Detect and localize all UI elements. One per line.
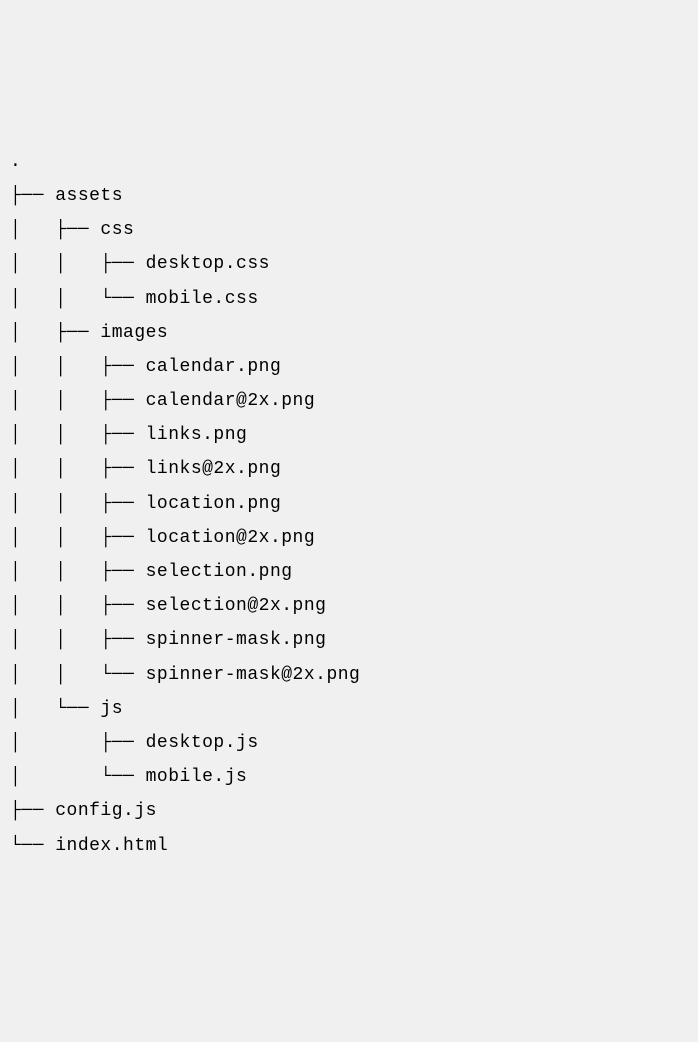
tree-output: .├── assets│ ├── css│ │ ├── desktop.css│… xyxy=(10,145,688,863)
tree-node-name: links.png xyxy=(146,425,248,445)
tree-line: │ ├── images xyxy=(10,316,688,350)
tree-node-name: assets xyxy=(55,186,123,206)
tree-prefix: │ │ ├── xyxy=(10,630,146,650)
tree-node-name: calendar@2x.png xyxy=(146,391,316,411)
tree-node-name: selection.png xyxy=(146,562,293,582)
tree-line: │ │ ├── links@2x.png xyxy=(10,452,688,486)
tree-node-name: desktop.css xyxy=(146,254,270,274)
tree-node-name: selection@2x.png xyxy=(146,596,327,616)
tree-prefix: ├── xyxy=(10,801,55,821)
tree-node-name: spinner-mask@2x.png xyxy=(146,665,361,685)
tree-line: │ │ ├── calendar.png xyxy=(10,350,688,384)
tree-node-name: mobile.css xyxy=(146,289,259,309)
tree-node-name: index.html xyxy=(55,836,168,856)
tree-node-name: location.png xyxy=(146,494,282,514)
tree-prefix: └── xyxy=(10,836,55,856)
tree-prefix: │ ├── xyxy=(10,733,146,753)
tree-prefix: │ │ ├── xyxy=(10,494,146,514)
tree-node-name: location@2x.png xyxy=(146,528,316,548)
tree-node-name: spinner-mask.png xyxy=(146,630,327,650)
tree-line: └── index.html xyxy=(10,829,688,863)
tree-prefix: │ │ ├── xyxy=(10,425,146,445)
tree-node-name: links@2x.png xyxy=(146,459,282,479)
tree-prefix: │ │ ├── xyxy=(10,357,146,377)
tree-node-name: calendar.png xyxy=(146,357,282,377)
tree-line: │ ├── css xyxy=(10,213,688,247)
tree-line: │ │ └── mobile.css xyxy=(10,282,688,316)
tree-line: │ └── js xyxy=(10,692,688,726)
tree-line: │ └── mobile.js xyxy=(10,760,688,794)
tree-prefix: │ ├── xyxy=(10,323,100,343)
tree-line: │ │ ├── calendar@2x.png xyxy=(10,384,688,418)
tree-prefix: │ └── xyxy=(10,699,100,719)
tree-line: │ │ └── spinner-mask@2x.png xyxy=(10,658,688,692)
tree-line: │ │ ├── selection@2x.png xyxy=(10,589,688,623)
tree-prefix: . xyxy=(10,152,21,172)
tree-line: │ │ ├── location.png xyxy=(10,487,688,521)
tree-line: ├── config.js xyxy=(10,794,688,828)
tree-line: ├── assets xyxy=(10,179,688,213)
tree-prefix: │ │ ├── xyxy=(10,562,146,582)
tree-prefix: │ │ ├── xyxy=(10,528,146,548)
tree-node-name: mobile.js xyxy=(146,767,248,787)
tree-node-name: css xyxy=(100,220,134,240)
tree-node-name: js xyxy=(100,699,123,719)
tree-line: │ │ ├── spinner-mask.png xyxy=(10,623,688,657)
tree-line: │ ├── desktop.js xyxy=(10,726,688,760)
tree-line: │ │ ├── desktop.css xyxy=(10,247,688,281)
tree-line: │ │ ├── location@2x.png xyxy=(10,521,688,555)
tree-line: │ │ ├── links.png xyxy=(10,418,688,452)
tree-line: │ │ ├── selection.png xyxy=(10,555,688,589)
tree-node-name: images xyxy=(100,323,168,343)
tree-node-name: config.js xyxy=(55,801,157,821)
tree-prefix: │ ├── xyxy=(10,220,100,240)
tree-prefix: │ │ ├── xyxy=(10,254,146,274)
tree-line: . xyxy=(10,145,688,179)
tree-node-name: desktop.js xyxy=(146,733,259,753)
tree-prefix: │ │ ├── xyxy=(10,596,146,616)
tree-prefix: │ │ └── xyxy=(10,665,146,685)
tree-prefix: │ │ ├── xyxy=(10,459,146,479)
tree-prefix: ├── xyxy=(10,186,55,206)
tree-prefix: │ │ ├── xyxy=(10,391,146,411)
tree-prefix: │ │ └── xyxy=(10,289,146,309)
tree-prefix: │ └── xyxy=(10,767,146,787)
